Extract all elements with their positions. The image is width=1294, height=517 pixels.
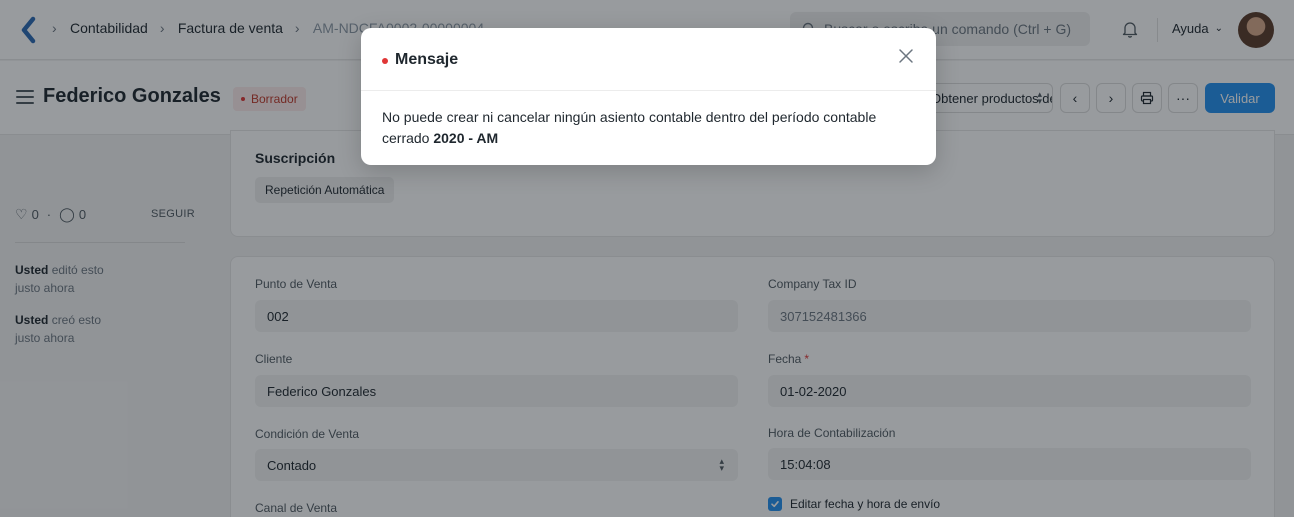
dialog-header: Mensaje xyxy=(361,28,936,91)
dialog-message: No puede crear ni cancelar ningún asient… xyxy=(361,91,936,149)
dialog-period: 2020 - AM xyxy=(433,130,499,146)
dialog-title: Mensaje xyxy=(395,51,459,68)
close-icon[interactable] xyxy=(896,46,916,66)
message-dialog: Mensaje No puede crear ni cancelar ningú… xyxy=(361,28,936,165)
indicator-dot-icon xyxy=(382,58,388,64)
